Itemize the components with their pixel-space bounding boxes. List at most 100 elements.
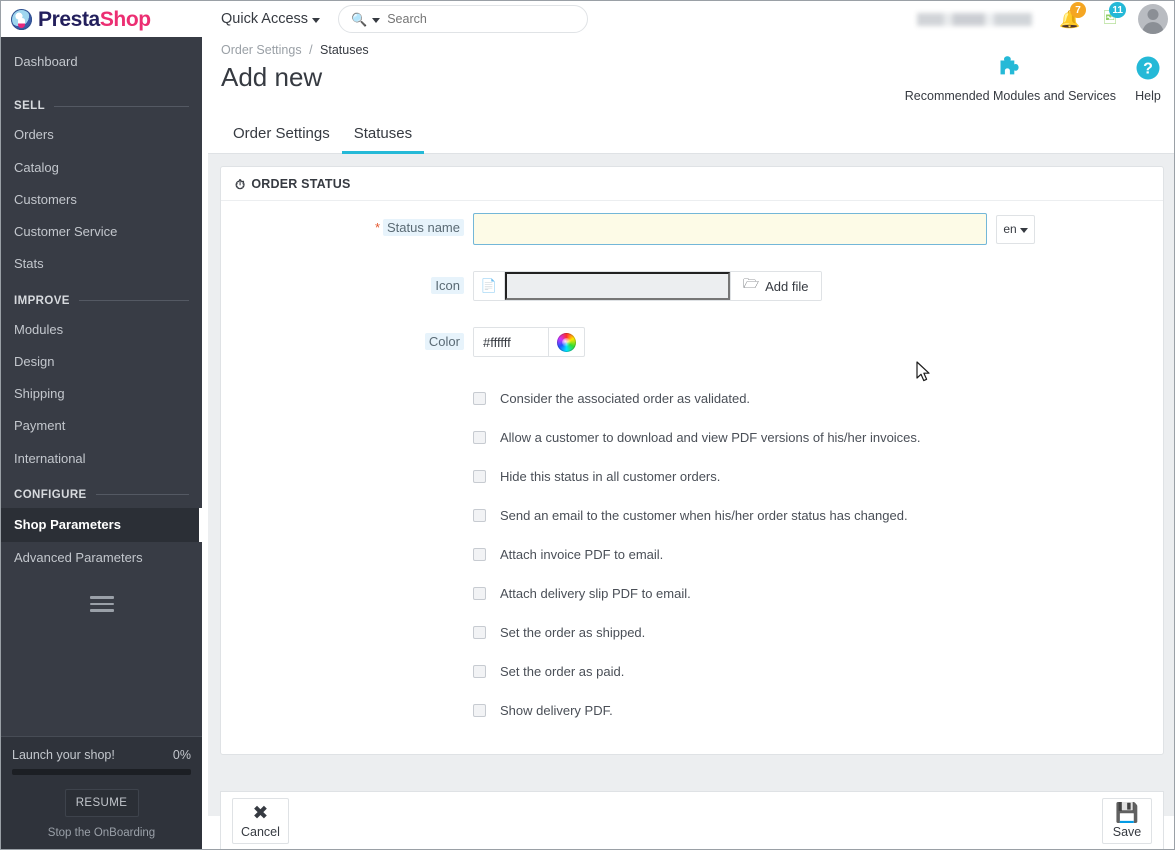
question-circle-icon: ? [1134,51,1162,85]
sidebar-item-international[interactable]: International [1,443,202,475]
logo-text-shop: Shop [99,7,151,31]
checkbox-row: Set the order as shipped. [221,613,1163,652]
top-header-bar: PrestaShop Quick Access 🔍 🔔 7 🖻 11 [1,1,1174,37]
search-input[interactable] [385,11,571,27]
sidebar-item-modules[interactable]: Modules [1,314,202,346]
folder-open-icon: 🗁 [743,276,760,291]
sidebar-item-catalog[interactable]: Catalog [1,152,202,184]
checkbox-row: Hide this status in all customer orders. [221,457,1163,496]
checkbox-send-email[interactable] [473,509,486,522]
user-avatar[interactable] [1138,4,1168,34]
help-label: Help [1135,89,1161,103]
checkbox-consider-validated[interactable] [473,392,486,405]
sidebar-item-payment[interactable]: Payment [1,410,202,442]
checkbox-attach-invoice-pdf[interactable] [473,548,486,561]
file-icon: 📄 [474,272,505,300]
checkbox-set-order-paid[interactable] [473,665,486,678]
onboarding-progress-bar [12,769,191,775]
sidebar-item-shop-parameters[interactable]: Shop Parameters [1,507,202,543]
icon-label: Icon [431,277,464,294]
browser-viewport: PrestaShop Quick Access 🔍 🔔 7 🖻 11 [0,0,1175,850]
sidebar-section-sell-label: SELL [14,100,45,113]
quick-access-menu[interactable]: Quick Access [221,11,321,27]
color-wheel-icon [557,332,576,352]
sidebar-item-advanced-parameters[interactable]: Advanced Parameters [1,542,202,574]
notifications-bell-button[interactable]: 🔔 7 [1050,1,1090,37]
checkbox-show-delivery-pdf[interactable] [473,704,486,717]
prestashop-logo[interactable]: PrestaShop [1,1,202,37]
checkbox-label[interactable]: Hide this status in all customer orders. [500,469,720,484]
divider [54,105,189,107]
sidebar-item-customers[interactable]: Customers [1,184,202,216]
checkbox-label[interactable]: Allow a customer to download and view PD… [500,430,921,445]
chevron-down-icon [312,17,321,23]
color-hex-input[interactable] [474,328,548,356]
checkbox-attach-delivery-slip-pdf[interactable] [473,587,486,600]
recommended-modules-label: Recommended Modules and Services [904,89,1116,103]
checkbox-set-order-shipped[interactable] [473,626,486,639]
onboarding-panel: Launch your shop! 0% RESUME Stop the OnB… [1,736,202,849]
checkbox-label[interactable]: Show delivery PDF. [500,703,613,718]
sidebar-item-customer-service[interactable]: Customer Service [1,216,202,248]
sidebar-item-orders[interactable]: Orders [1,119,202,151]
sidebar-collapse-hamburger-icon[interactable] [89,596,114,612]
save-button[interactable]: 💾 Save [1102,797,1152,845]
chevron-down-icon [1019,227,1028,233]
icon-file-group: 📄 🗁 Add file [473,271,822,301]
onboarding-resume-button[interactable]: RESUME [64,789,139,817]
quick-access-label: Quick Access [221,11,309,27]
clock-icon: ⏱ [235,176,246,192]
cancel-button-label: Cancel [241,825,280,840]
checkbox-label[interactable]: Send an email to the customer when his/h… [500,508,908,523]
onboarding-stop-link[interactable]: Stop the OnBoarding [12,827,191,839]
checkbox-hide-status[interactable] [473,470,486,483]
add-file-button[interactable]: 🗁 Add file [730,272,821,300]
sidebar-item-shipping[interactable]: Shipping [1,378,202,410]
checkbox-label[interactable]: Set the order as paid. [500,664,624,679]
recommended-modules-button[interactable]: Recommended Modules and Services [905,51,1116,103]
checkbox-row: Show delivery PDF. [221,691,1163,730]
page-tabs: Order Settings Statuses [208,119,1174,154]
color-label-wrap: Color [221,327,473,350]
prestashop-logo-icon [11,8,32,30]
add-file-label: Add file [765,278,809,294]
svg-text:?: ? [1143,61,1153,78]
checkbox-label[interactable]: Consider the associated order as validat… [500,391,750,406]
checkbox-label[interactable]: Attach invoice PDF to email. [500,547,663,562]
breadcrumb-parent[interactable]: Order Settings [221,43,302,57]
divider [95,494,189,496]
checkbox-row: Attach invoice PDF to email. [221,535,1163,574]
tab-statuses[interactable]: Statuses [341,125,425,154]
onboarding-title: Launch your shop! [12,748,115,762]
trade-badge-count: 11 [1109,2,1126,18]
sidebar-section-improve-label: IMPROVE [14,294,70,307]
panel-area: ⏱ ORDER STATUS * Status name en Icon 📄 🗁… [208,154,1174,849]
status-name-input[interactable] [473,213,987,245]
icon-file-path-field[interactable] [505,272,730,300]
form-row-icon: Icon 📄 🗁 Add file [221,245,1163,301]
checkbox-label[interactable]: Attach delivery slip PDF to email. [500,586,691,601]
sidebar-item-stats[interactable]: Stats [1,248,202,280]
breadcrumb-separator: / [309,43,313,57]
trade-notifications-button[interactable]: 🖻 11 [1090,1,1130,37]
search-type-chevron-down-icon[interactable] [372,17,381,23]
search-icon: 🔍 [351,11,368,27]
page-header-actions: Recommended Modules and Services ? Help [905,51,1162,103]
color-picker-button[interactable] [548,328,584,356]
checkbox-row: Set the order as paid. [221,652,1163,691]
sidebar-item-design[interactable]: Design [1,346,202,378]
help-button[interactable]: ? Help [1134,51,1162,103]
header-right-cluster: 🔔 7 🖻 11 [917,1,1174,37]
language-selector-button[interactable]: en [996,214,1035,244]
tab-order-settings[interactable]: Order Settings [221,125,342,154]
floppy-save-icon: 💾 [1115,802,1139,824]
sidebar-item-dashboard[interactable]: Dashboard [1,37,202,86]
checkbox-label[interactable]: Set the order as shipped. [500,625,645,640]
cancel-button[interactable]: ✖ Cancel [232,797,289,845]
global-search-box[interactable]: 🔍 [338,5,589,33]
status-name-label: Status name [383,219,464,236]
checkbox-allow-pdf-invoices[interactable] [473,431,486,444]
puzzle-piece-icon [905,51,1116,85]
breadcrumb-current: Statuses [320,43,369,57]
status-options-checkbox-list: Consider the associated order as validat… [221,357,1163,730]
